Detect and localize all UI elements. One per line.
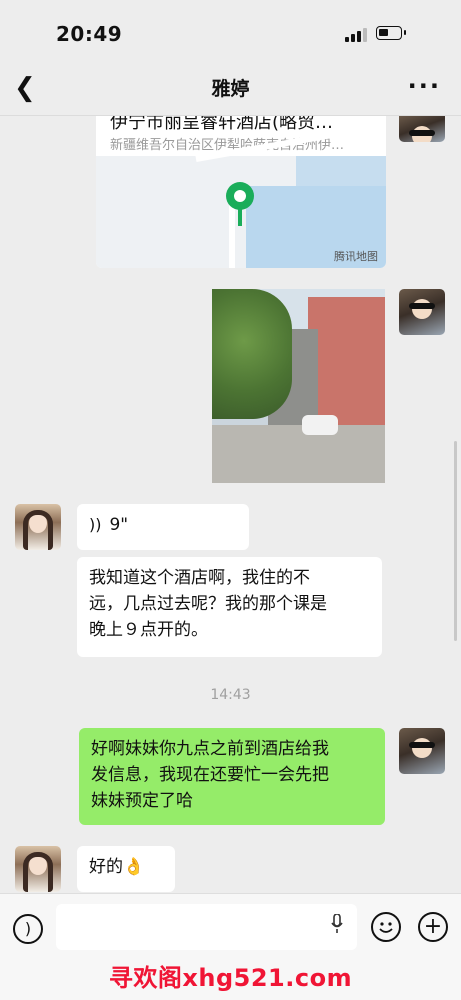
avatar-self[interactable]	[399, 289, 445, 335]
message-timestamp: 14:43	[210, 687, 251, 703]
chat-header: ❮ 雅婷 ···	[0, 62, 461, 116]
avatar-self[interactable]	[399, 728, 445, 774]
message-line: 妹妹预定了哈	[91, 791, 193, 811]
voice-input-icon[interactable]: )	[13, 914, 43, 944]
voice-duration: 9"	[109, 515, 129, 535]
microphone-icon[interactable]	[331, 914, 343, 934]
voice-wave-icon: ))	[89, 515, 102, 534]
avatar-contact[interactable]	[15, 504, 61, 550]
message-line: 我知道这个酒店啊，我住的不	[89, 568, 310, 588]
location-card[interactable]: 伊宁市丽呈睿轩酒店(略贸… 新疆维吾尔自治区伊犁哈萨克自治州伊… 腾讯地图	[96, 116, 386, 268]
message-line: 好啊妹妹你九点之前到酒店给我	[91, 739, 329, 759]
message-input[interactable]	[56, 904, 357, 950]
chat-title: 雅婷	[211, 78, 250, 100]
map-preview: 腾讯地图	[96, 121, 386, 268]
avatar-contact[interactable]	[15, 846, 61, 892]
emoji-icon[interactable]	[371, 912, 401, 942]
battery-icon	[376, 26, 406, 40]
location-title: 伊宁市丽呈睿轩酒店(略贸…	[110, 116, 334, 133]
status-time: 20:49	[56, 22, 123, 46]
status-bar: 20:49	[0, 0, 461, 62]
map-pin-icon	[226, 182, 254, 210]
watermark-text: 寻欢阁xhg521.com	[108, 964, 353, 992]
more-dots-icon[interactable]: ···	[408, 72, 441, 100]
avatar-self[interactable]	[399, 116, 445, 142]
message-text: 好的👌	[89, 857, 145, 877]
message-line: 晚上９点开的。	[89, 620, 208, 640]
text-message[interactable]: 好啊妹妹你九点之前到酒店给我 发信息，我现在还要忙一会先把 妹妹预定了哈	[79, 728, 385, 825]
signal-icon	[345, 28, 367, 42]
message-list[interactable]: 伊宁市丽呈睿轩酒店(略贸… 新疆维吾尔自治区伊犁哈萨克自治州伊… 腾讯地图 ))…	[0, 116, 461, 893]
scrollbar[interactable]	[454, 441, 457, 641]
hotel-photo[interactable]	[212, 289, 385, 483]
map-brand-label: 腾讯地图	[334, 250, 378, 263]
text-message[interactable]: 好的👌	[77, 846, 175, 892]
message-line: 发信息，我现在还要忙一会先把	[91, 765, 329, 785]
voice-message[interactable]: )) 9"	[77, 504, 249, 550]
message-line: 远，几点过去呢？我的那个课是	[89, 594, 327, 614]
text-message[interactable]: 我知道这个酒店啊，我住的不 远，几点过去呢？我的那个课是 晚上９点开的。	[77, 557, 382, 657]
input-bar: ) + 寻欢阁xhg521.com	[0, 893, 461, 1000]
plus-icon[interactable]: +	[418, 912, 448, 942]
